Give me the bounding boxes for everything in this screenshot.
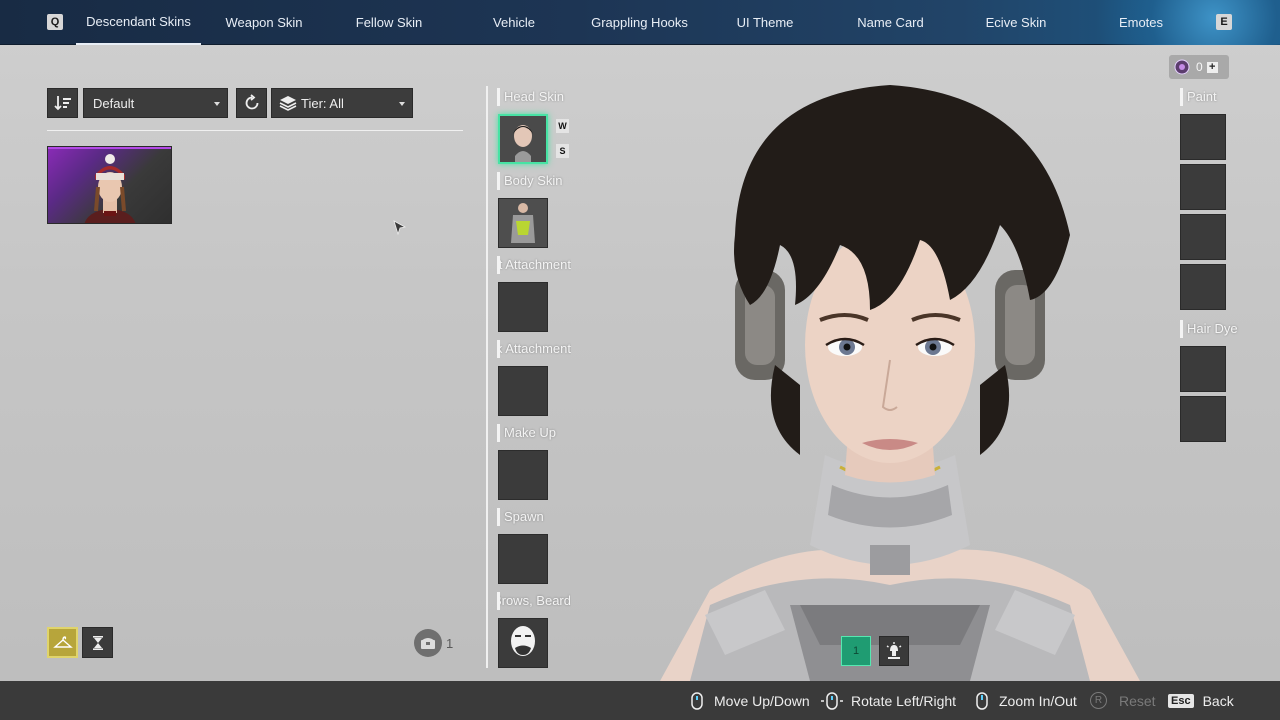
- lamp-icon: [886, 642, 902, 659]
- hint-rotate: Rotate Left/Right: [820, 681, 956, 720]
- chevron-down-icon: [214, 102, 220, 106]
- tab-name-card[interactable]: Name Card: [848, 0, 933, 45]
- tier-dropdown-value: Tier: All: [301, 95, 344, 111]
- next-tab-key[interactable]: E: [1216, 14, 1232, 30]
- slot-back-attachment[interactable]: [498, 366, 548, 416]
- back-button[interactable]: Esc Back: [1168, 681, 1234, 720]
- bottom-hint-bar: [0, 681, 1280, 720]
- character-preview[interactable]: [600, 45, 1180, 681]
- tab-descendant-skins[interactable]: Descendant Skins: [76, 0, 201, 45]
- head-skin-thumbnail: [500, 116, 546, 162]
- slot-label-front-attachment: Front Attachment: [497, 256, 571, 274]
- tab-vehicle[interactable]: Vehicle: [478, 0, 550, 45]
- slot-label-make-up: Make Up: [497, 424, 571, 442]
- tab-ecive-skin[interactable]: Ecive Skin: [975, 0, 1057, 45]
- refresh-icon: [245, 94, 258, 110]
- limited-filter-button[interactable]: [82, 627, 113, 658]
- slot-label-back-attachment: Back Attachment: [497, 340, 571, 358]
- skin-card[interactable]: [47, 146, 172, 224]
- divider: [47, 130, 463, 131]
- hourglass-icon: [92, 635, 103, 650]
- reset-label: Reset: [1119, 692, 1156, 709]
- sort-dropdown[interactable]: Default: [83, 88, 228, 118]
- prev-tab-key[interactable]: Q: [47, 14, 63, 30]
- paint-slot-1[interactable]: [1180, 114, 1226, 160]
- mouse-rotate-icon: [820, 691, 844, 711]
- sort-icon: [53, 96, 71, 111]
- hint-move: Move Up/Down: [687, 681, 810, 720]
- slot-body-skin[interactable]: [498, 198, 548, 248]
- paint-slot-3[interactable]: [1180, 214, 1226, 260]
- plus-icon[interactable]: +: [1206, 61, 1218, 73]
- mouse-cursor-icon: [393, 220, 407, 236]
- hint-zoom: Zoom In/Out: [972, 681, 1077, 720]
- slot-head-skin[interactable]: [498, 114, 548, 164]
- currency-display[interactable]: 0 +: [1169, 55, 1229, 79]
- back-label: Back: [1202, 692, 1234, 709]
- paint-slot-4[interactable]: [1180, 264, 1226, 310]
- chevron-down-icon: [399, 102, 405, 106]
- tab-grappling-hooks[interactable]: Grappling Hooks: [582, 0, 697, 45]
- slot-label-body-skin: Body Skin: [497, 172, 571, 190]
- tab-fellow-skin[interactable]: Fellow Skin: [344, 0, 434, 45]
- hint-move-label: Move Up/Down: [714, 692, 810, 709]
- slot-label-paint: Paint: [1180, 88, 1217, 106]
- chest-icon: [421, 638, 435, 649]
- body-skin-thumbnail: [499, 199, 547, 247]
- mouse-move-icon: [687, 691, 707, 711]
- inventory-count: 1: [446, 636, 454, 651]
- hair-dye-slot-2[interactable]: [1180, 396, 1226, 442]
- paint-slot-2[interactable]: [1180, 164, 1226, 210]
- lighting-toggle[interactable]: [879, 636, 909, 666]
- reset-key: R: [1090, 692, 1107, 709]
- slot-label-brows-beard: Brows, Beard: [497, 592, 571, 610]
- tier-dropdown[interactable]: Tier: All: [271, 88, 413, 118]
- sort-order-button[interactable]: [47, 88, 78, 118]
- inventory-box: [414, 629, 442, 657]
- layers-icon: [279, 96, 297, 111]
- reset-view-button[interactable]: R Reset: [1090, 681, 1156, 720]
- hanger-icon: [52, 635, 73, 648]
- currency-icon: [1174, 59, 1190, 75]
- sort-dropdown-value: Default: [93, 95, 135, 111]
- slot-front-attachment[interactable]: [498, 282, 548, 332]
- owned-filter-button[interactable]: [47, 627, 78, 658]
- slot-column-divider: [486, 86, 488, 668]
- emote-preview-toggle[interactable]: 1: [841, 636, 871, 666]
- mouse-wheel-icon: [972, 691, 992, 711]
- tab-emotes[interactable]: Emotes: [1110, 0, 1172, 45]
- slot-label-head-skin: Head Skin: [497, 88, 571, 106]
- hair-dye-slot-1[interactable]: [1180, 346, 1226, 392]
- slot-make-up[interactable]: [498, 450, 548, 500]
- hint-zoom-label: Zoom In/Out: [999, 692, 1077, 709]
- slot-spawn[interactable]: [498, 534, 548, 584]
- face-beard-icon: [511, 626, 535, 656]
- slot-label-hair-dye: Hair Dye: [1180, 320, 1238, 338]
- slot-label-spawn: Spawn: [497, 508, 571, 526]
- esc-key: Esc: [1168, 693, 1194, 708]
- tab-weapon-skin[interactable]: Weapon Skin: [214, 0, 314, 45]
- tab-ui-theme[interactable]: UI Theme: [725, 0, 805, 45]
- skin-thumbnail: [84, 154, 136, 223]
- currency-amount: 0: [1196, 60, 1203, 74]
- slot-brows-beard[interactable]: [498, 618, 548, 668]
- reset-filters-button[interactable]: [236, 88, 267, 118]
- weapon-tag-s: S: [556, 144, 569, 158]
- weapon-tag-w: W: [556, 119, 569, 133]
- hint-rotate-label: Rotate Left/Right: [851, 692, 957, 709]
